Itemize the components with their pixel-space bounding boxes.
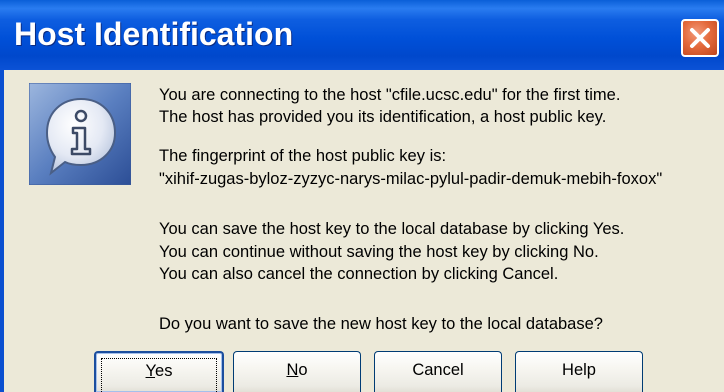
no-label-rest: o <box>298 361 308 379</box>
no-button[interactable]: No <box>233 351 361 392</box>
message-line-2: The host has provided you its identifica… <box>159 108 607 126</box>
cancel-button-label: Cancel <box>412 361 464 379</box>
yes-accelerator: Y <box>145 362 156 380</box>
message-line-1: You are connecting to the host "cfile.uc… <box>159 86 621 104</box>
message-line-no: You can continue without saving the host… <box>159 243 599 261</box>
help-button-label: Help <box>562 361 596 379</box>
yes-button-label: Yes <box>146 353 173 389</box>
close-button[interactable] <box>681 19 719 57</box>
info-icon <box>29 83 131 185</box>
no-accelerator: N <box>286 361 299 379</box>
message-line-yes: You can save the host key to the local d… <box>159 220 625 238</box>
host-identification-dialog: Host Identification You are connecting t… <box>0 0 724 392</box>
message-line-cancel: You can also cancel the connection by cl… <box>159 265 559 283</box>
fingerprint-label: The fingerprint of the host public key i… <box>159 147 447 165</box>
window-border-left <box>0 70 4 392</box>
close-icon <box>690 28 710 48</box>
yes-button[interactable]: Yes <box>94 351 224 392</box>
title-bar[interactable]: Host Identification <box>0 0 724 70</box>
question-text: Do you want to save the new host key to … <box>159 315 603 333</box>
yes-label-rest: es <box>155 362 173 380</box>
no-button-label: No <box>286 352 307 388</box>
window-title: Host Identification <box>14 16 294 52</box>
cancel-button[interactable]: Cancel <box>374 351 502 392</box>
fingerprint-value: "xihif-zugas-byloz-zyzyc-narys-milac-pyl… <box>159 170 663 188</box>
help-button[interactable]: Help <box>515 351 643 392</box>
